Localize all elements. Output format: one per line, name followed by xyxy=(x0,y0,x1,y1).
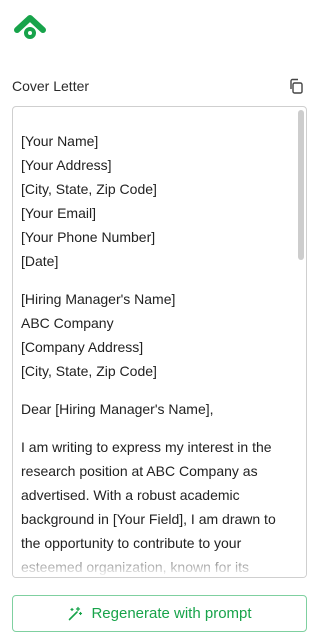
scrollbar-thumb[interactable] xyxy=(298,110,304,260)
cover-letter-header: Cover Letter xyxy=(12,76,306,96)
recipient-address: [Company Address] xyxy=(21,339,144,355)
sender-name: [Your Name] xyxy=(21,133,99,149)
letter-date: [Date] xyxy=(21,253,59,269)
cover-letter-content: [Your Name] [Your Address] [City, State,… xyxy=(21,129,292,577)
regenerate-label: Regenerate with prompt xyxy=(91,605,252,622)
sender-city: [City, State, Zip Code] xyxy=(21,181,157,197)
copy-icon xyxy=(290,78,303,94)
magic-wand-icon xyxy=(69,606,83,620)
cover-letter-textarea[interactable]: [Your Name] [Your Address] [City, State,… xyxy=(12,106,307,578)
recipient-name: [Hiring Manager's Name] xyxy=(21,291,176,307)
letter-greeting: Dear [Hiring Manager's Name], xyxy=(21,401,214,417)
sender-address: [Your Address] xyxy=(21,157,112,173)
bottom-fade xyxy=(13,547,306,577)
sender-block: [Your Name] [Your Address] [City, State,… xyxy=(21,129,292,273)
recipient-block: [Hiring Manager's Name] ABC Company [Com… xyxy=(21,287,292,383)
copy-button[interactable] xyxy=(286,76,306,96)
regenerate-button[interactable]: Regenerate with prompt xyxy=(12,595,307,632)
sender-email: [Your Email] xyxy=(21,205,96,221)
leaf-logo-icon xyxy=(14,15,46,39)
recipient-company: ABC Company xyxy=(21,315,114,331)
recipient-city: [City, State, Zip Code] xyxy=(21,363,157,379)
section-label: Cover Letter xyxy=(12,78,90,94)
sender-phone: [Your Phone Number] xyxy=(21,229,156,245)
